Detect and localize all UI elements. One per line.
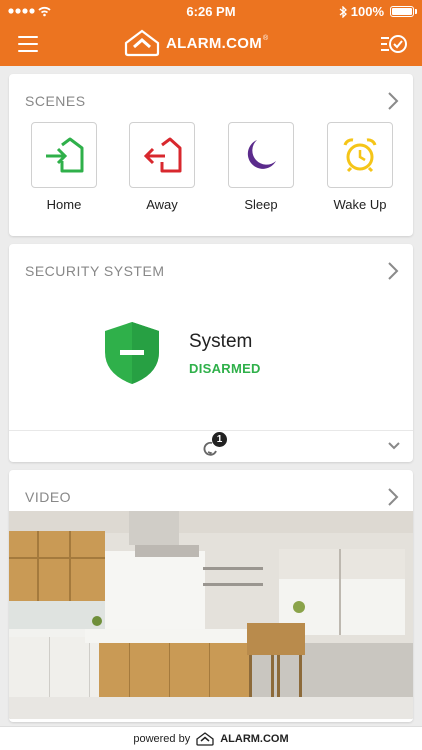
video-card: VIDEO bbox=[9, 470, 413, 722]
battery-icon bbox=[390, 6, 417, 17]
scene-wake-up-button[interactable] bbox=[327, 122, 393, 188]
pending-count-badge: 1 bbox=[212, 432, 227, 447]
brand-registered-mark: ® bbox=[263, 34, 269, 42]
scene-sleep-button[interactable] bbox=[228, 122, 294, 188]
scene-wake-up[interactable]: Wake Up bbox=[327, 122, 393, 212]
footer-house-logo-icon bbox=[196, 731, 214, 746]
battery-percent: 100% bbox=[350, 4, 384, 19]
scene-home-button[interactable] bbox=[31, 122, 97, 188]
scene-home-label: Home bbox=[46, 197, 82, 212]
arrive-home-icon bbox=[46, 137, 84, 173]
powered-by-footer: powered by ALARM.COM bbox=[0, 726, 422, 750]
scene-away-button[interactable] bbox=[129, 122, 195, 188]
shield-disarmed-icon[interactable] bbox=[103, 320, 161, 386]
scenes-chevron-right-icon[interactable] bbox=[387, 91, 399, 111]
brand-logo: ALARM.COM ® bbox=[124, 27, 268, 59]
scene-away[interactable]: Away bbox=[129, 122, 195, 212]
chevron-down-icon[interactable] bbox=[387, 441, 401, 451]
system-status: DISARMED bbox=[189, 361, 261, 376]
status-bar: 6:26 PM 100% bbox=[0, 0, 422, 22]
leave-home-icon bbox=[143, 137, 182, 173]
powered-by-label: powered by bbox=[133, 732, 191, 745]
brand-name: ALARM.COM bbox=[166, 34, 263, 52]
scene-sleep-label: Sleep bbox=[244, 197, 278, 212]
nav-bar: ALARM.COM ® bbox=[0, 22, 422, 66]
house-logo-icon bbox=[124, 29, 160, 57]
moon-icon bbox=[247, 140, 276, 169]
scene-away-label: Away bbox=[146, 197, 178, 212]
scene-sleep[interactable]: Sleep bbox=[228, 122, 294, 212]
checklist-icon[interactable] bbox=[380, 32, 408, 56]
kitchen-camera-image bbox=[9, 511, 413, 719]
security-divider bbox=[9, 430, 413, 431]
video-title: VIDEO bbox=[25, 489, 72, 505]
scene-home[interactable]: Home bbox=[31, 122, 97, 212]
video-feed[interactable] bbox=[9, 511, 413, 719]
scene-wake-up-label: Wake Up bbox=[333, 197, 387, 212]
system-name: System bbox=[189, 331, 253, 352]
alarm-clock-icon bbox=[343, 138, 377, 173]
footer-brand-name: ALARM.COM bbox=[220, 732, 289, 745]
scenes-title: SCENES bbox=[25, 93, 86, 109]
scenes-card: SCENES Home Away Sleep Wake Up bbox=[9, 74, 413, 236]
app-header: 6:26 PM 100% ALARM.COM ® bbox=[0, 0, 422, 66]
video-chevron-right-icon[interactable] bbox=[387, 487, 399, 507]
security-title: SECURITY SYSTEM bbox=[25, 263, 165, 279]
security-chevron-right-icon[interactable] bbox=[387, 261, 399, 281]
bluetooth-icon bbox=[339, 5, 347, 18]
menu-icon[interactable] bbox=[18, 36, 38, 52]
security-system-card: SECURITY SYSTEM System DISARMED 1 bbox=[9, 244, 413, 462]
